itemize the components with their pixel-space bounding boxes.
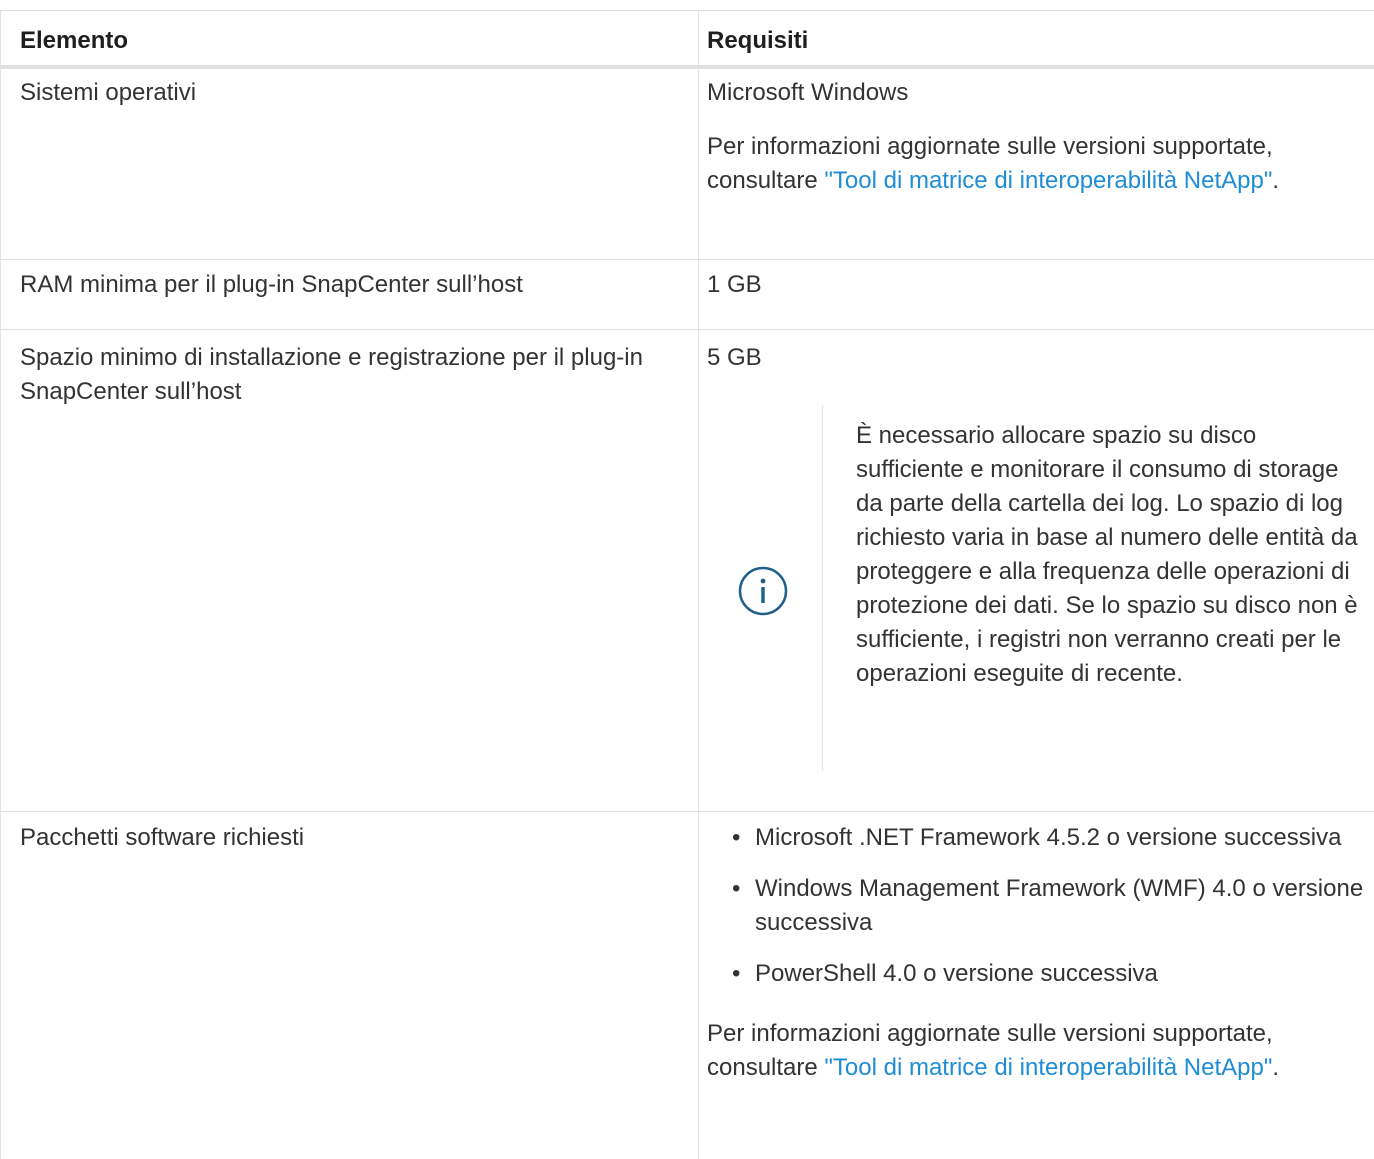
row-element-label: Spazio minimo di installazione e registr… — [20, 344, 643, 405]
info-paragraph: Per informazioni aggiornate sulle versio… — [707, 130, 1374, 198]
list-item: • Microsoft .NET Framework 4.5.2 o versio… — [732, 824, 1342, 851]
note-divider — [822, 405, 823, 771]
info-icon — [738, 566, 788, 616]
header-requirements: Requisiti — [707, 27, 809, 54]
table-header-row: Elemento Requisiti — [0, 11, 1374, 66]
info-suffix: . — [1272, 1054, 1280, 1081]
interoperability-matrix-link[interactable]: "Tool di matrice di interoperabilità Net… — [824, 167, 1272, 194]
requirement-value: 5 GB — [707, 344, 762, 371]
table-row: RAM minima per il plug-in SnapCenter sul… — [0, 259, 1374, 329]
software-requirements-list: • Microsoft .NET Framework 4.5.2 o versio… — [707, 821, 1374, 991]
table-row: Sistemi operativi Microsoft Windows Per … — [0, 66, 1374, 259]
row-element-label: Pacchetti software richiesti — [20, 824, 305, 851]
requirement-value: 1 GB — [707, 271, 762, 298]
row-element-label: Sistemi operativi — [20, 79, 197, 106]
row-requirement-cell: • Microsoft .NET Framework 4.5.2 o versio… — [707, 821, 1374, 1085]
interoperability-matrix-link[interactable]: "Tool di matrice di interoperabilità Net… — [824, 1054, 1272, 1081]
header-element: Elemento — [20, 27, 129, 54]
note-text: È necessario allocare spazio su disco su… — [856, 422, 1358, 687]
list-item: • Windows Management Framework (WMF) 4.0 … — [732, 875, 1364, 936]
requirement-value: Microsoft Windows — [707, 79, 909, 106]
row-requirement-cell: Microsoft Windows Per informazioni aggio… — [707, 76, 1374, 198]
info-paragraph: Per informazioni aggiornate sulle versio… — [707, 1017, 1374, 1085]
row-element-label: RAM minima per il plug-in SnapCenter sul… — [20, 271, 523, 298]
list-item-text: Microsoft .NET Framework 4.5.2 o version… — [755, 824, 1342, 851]
table-row: Pacchetti software richiesti • Microsoft … — [0, 811, 1374, 1159]
list-item-text: Windows Management Framework (WMF) 4.0 o… — [755, 875, 1364, 936]
list-item-text: PowerShell 4.0 o versione successiva — [755, 960, 1158, 987]
info-suffix: . — [1272, 167, 1280, 194]
list-item: • PowerShell 4.0 o versione successiva — [732, 960, 1158, 987]
